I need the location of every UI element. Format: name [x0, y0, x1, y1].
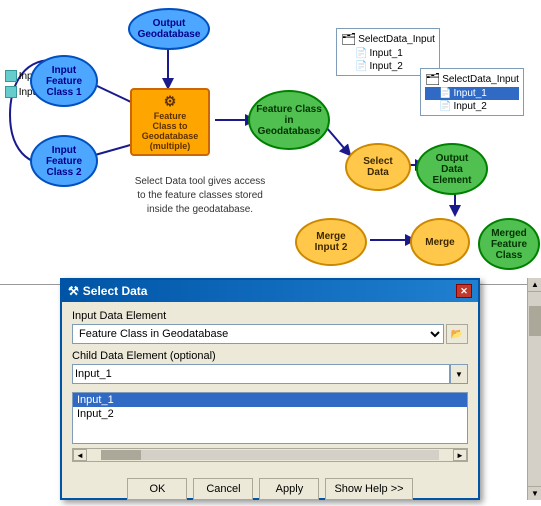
select-data-dialog: ⚒ Select Data ✕ Input Data Element Featu… — [60, 278, 480, 500]
dialog-right-scrollbar[interactable]: ▲ ▼ — [527, 278, 541, 500]
horizontal-scrollbar[interactable]: ◄ ► — [72, 448, 468, 462]
child-combo-dropdown-btn[interactable]: ▼ — [450, 364, 468, 384]
list-item-input2[interactable]: Input_2 — [73, 407, 467, 421]
dialog-buttons: OK Cancel Apply Show Help >> — [62, 474, 478, 506]
child-combo-container: ▼ — [72, 364, 468, 388]
dialog-title-icon: ⚒ — [68, 284, 79, 298]
tree-panel-2: 🗂 SelectData_Input 📄 Input_1 📄 Input_2 — [420, 68, 524, 116]
output-gdb-node: Output Geodatabase — [128, 8, 210, 50]
scroll-track — [101, 450, 439, 460]
output-data-element-node: Output Data Element — [416, 143, 488, 195]
right-scroll-thumb — [529, 306, 541, 336]
tree1-root: 🗂 SelectData_Input — [341, 31, 435, 47]
child-data-element-label: Child Data Element (optional) — [72, 350, 468, 362]
tree2-item1-selected: 📄 Input_1 — [425, 87, 519, 100]
dialog-title: Select Data — [83, 284, 148, 298]
input-data-element-dropdown[interactable]: Feature Class in Geodatabase — [72, 324, 444, 344]
tree2-root: 🗂 SelectData_Input — [425, 71, 519, 87]
cancel-button[interactable]: Cancel — [193, 478, 253, 500]
tree2-item2: 📄 Input_2 — [425, 100, 519, 113]
diagram-area: Input 1 Input 2 Input Feature Class 1 In… — [0, 0, 541, 290]
dialog-close-button[interactable]: ✕ — [456, 284, 472, 298]
input-fc2-node: Input Feature Class 2 — [30, 135, 98, 187]
merge-node: Merge — [410, 218, 470, 266]
folder-icon: 📂 — [451, 329, 463, 340]
merged-fc-node: Merged Feature Class — [478, 218, 540, 270]
dialog-titlebar-left: ⚒ Select Data — [68, 284, 147, 298]
dialog-body: Input Data Element Feature Class in Geod… — [62, 302, 478, 474]
input-data-element-label: Input Data Element — [72, 310, 468, 322]
browse-button[interactable]: 📂 — [446, 324, 468, 344]
apply-button[interactable]: Apply — [259, 478, 319, 500]
scroll-thumb — [101, 450, 141, 460]
show-help-button[interactable]: Show Help >> — [325, 478, 412, 500]
tree1-item1: 📄 Input_1 — [341, 47, 435, 60]
input-data-element-row: Feature Class in Geodatabase 📂 — [72, 324, 468, 344]
fc-to-gdb-node: ⚙ Feature Class to Geodatabase (multiple… — [130, 88, 210, 156]
ok-button[interactable]: OK — [127, 478, 187, 500]
scroll-left-btn[interactable]: ◄ — [73, 449, 87, 461]
select-data-node: Select Data — [345, 143, 411, 191]
list-item-input1[interactable]: Input_1 — [73, 393, 467, 407]
scroll-right-btn[interactable]: ► — [453, 449, 467, 461]
fc-in-gdb-node: Feature Class in Geodatabase — [248, 90, 330, 150]
scroll-up-btn[interactable]: ▲ — [528, 278, 541, 292]
list-box[interactable]: Input_1 Input_2 — [72, 392, 468, 444]
scroll-down-btn[interactable]: ▼ — [528, 486, 541, 500]
info-text: Select Data tool gives access to the fea… — [120, 175, 280, 217]
merge-input2-node: Merge Input 2 — [295, 218, 367, 266]
child-data-element-combo[interactable] — [72, 364, 450, 384]
dialog-titlebar: ⚒ Select Data ✕ — [62, 280, 478, 302]
input-fc1-node: Input Feature Class 1 — [30, 55, 98, 107]
